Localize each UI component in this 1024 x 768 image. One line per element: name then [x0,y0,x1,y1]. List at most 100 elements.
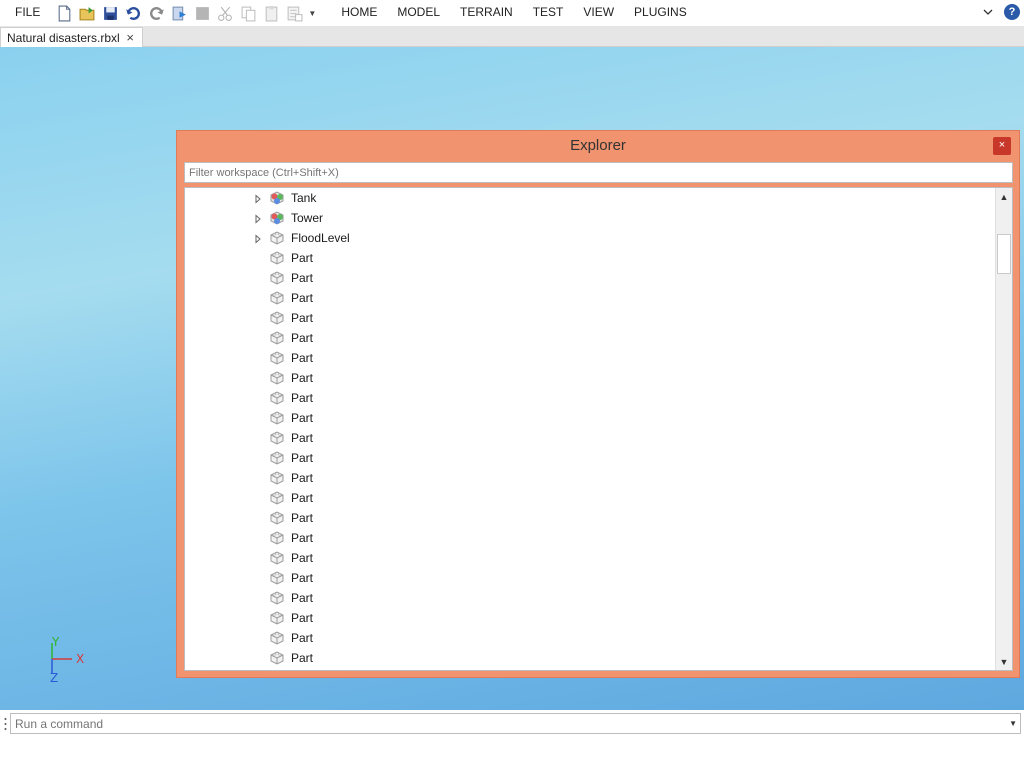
copy-icon[interactable] [238,3,258,23]
file-menu[interactable]: FILE [0,0,50,26]
tree-item[interactable]: Part [185,348,995,368]
tab-view[interactable]: VIEW [573,0,624,26]
tree-item-label: Tower [291,211,324,225]
explorer-title[interactable]: Explorer [177,131,1019,161]
tree-item-label: Part [291,631,314,645]
duplicate-icon[interactable] [284,3,304,23]
axis-gizmo: Y X Z [44,635,94,689]
cut-icon[interactable] [215,3,235,23]
tree-item-label: FloodLevel [291,231,350,245]
tree-item-label: Part [291,491,314,505]
paste-icon[interactable] [261,3,281,23]
expand-arrow-icon[interactable] [253,233,263,244]
tree-item-label: Part [291,471,314,485]
tab-plugins[interactable]: PLUGINS [624,0,697,26]
part-icon [269,630,285,646]
tree-item[interactable]: Part [185,528,995,548]
tree-item[interactable]: Part [185,468,995,488]
chevron-down-icon[interactable] [980,3,996,21]
tab-home[interactable]: HOME [331,0,387,26]
explorer-window: Explorer × Tank Tower FloodLevel Part Part Pa… [176,130,1020,678]
tree-item[interactable]: Part [185,668,995,671]
scroll-thumb[interactable] [997,234,1011,274]
customize-toolbar-icon[interactable]: ▼ [307,3,317,23]
tree-item[interactable]: Part [185,628,995,648]
tree-item[interactable]: Tank [185,188,995,208]
tab-test[interactable]: TEST [523,0,574,26]
tree-item[interactable]: Part [185,408,995,428]
save-icon[interactable] [100,3,120,23]
publish-icon[interactable] [169,3,189,23]
grip-icon[interactable] [4,717,7,731]
model-icon [269,210,285,226]
new-file-icon[interactable] [54,3,74,23]
tree-item-label: Part [291,571,314,585]
tree-item[interactable]: Part [185,488,995,508]
part-icon [269,390,285,406]
tree-item-label: Tank [291,191,317,205]
close-icon[interactable]: × [126,30,134,45]
tree-item[interactable]: Part [185,328,995,348]
tab-model[interactable]: MODEL [387,0,450,26]
tab-terrain[interactable]: TERRAIN [450,0,523,26]
part-icon [269,570,285,586]
close-icon[interactable]: × [993,137,1011,155]
part-icon [269,310,285,326]
tree-item-label: Part [291,391,314,405]
part-icon [269,490,285,506]
tree-item-label: Part [291,651,314,665]
ribbon-controls: ? [980,3,1020,21]
tree-item[interactable]: Part [185,448,995,468]
document-tab-title: Natural disasters.rbxl [7,30,120,45]
part-icon [269,590,285,606]
part-icon [269,550,285,566]
tree-item[interactable]: Part [185,608,995,628]
command-bar-area: ▼ [0,710,1024,768]
tree-item[interactable]: Part [185,368,995,388]
scroll-up-icon[interactable]: ▲ [996,188,1012,205]
part-icon [269,230,285,246]
part-icon [269,670,285,671]
redo-icon[interactable] [146,3,166,23]
part-icon [269,530,285,546]
tree-item[interactable]: Part [185,268,995,288]
tree-item[interactable]: Part [185,308,995,328]
ribbon-menubar: FILE ▼ HOME MODEL TERRAIN TEST VIEW PLUG… [0,0,1024,26]
part-icon [269,410,285,426]
tree-item[interactable]: Part [185,568,995,588]
tree-item[interactable]: Part [185,248,995,268]
expand-arrow-icon[interactable] [253,213,263,224]
tree-item-label: Part [291,331,314,345]
explorer-tree: Tank Tower FloodLevel Part Part Part Part Part P… [184,187,1013,671]
tree-item[interactable]: FloodLevel [185,228,995,248]
undo-icon[interactable] [123,3,143,23]
tree-item[interactable]: Part [185,288,995,308]
scroll-down-icon[interactable]: ▼ [996,653,1012,670]
stop-icon[interactable] [192,3,212,23]
filter-workspace-input[interactable] [184,162,1013,183]
document-tab-strip: Natural disasters.rbxl × [0,26,1024,47]
part-icon [269,430,285,446]
tree-item[interactable]: Part [185,428,995,448]
open-folder-icon[interactable] [77,3,97,23]
part-icon [269,470,285,486]
command-input[interactable] [10,713,1021,734]
vertical-scrollbar[interactable]: ▲ ▼ [995,188,1012,670]
tree-item[interactable]: Part [185,548,995,568]
part-icon [269,290,285,306]
ribbon-tabs: HOME MODEL TERRAIN TEST VIEW PLUGINS [331,0,696,26]
tree-item[interactable]: Part [185,508,995,528]
tree-item[interactable]: Tower [185,208,995,228]
tree-item-label: Part [291,551,314,565]
tree-item[interactable]: Part [185,388,995,408]
tree-item[interactable]: Part [185,588,995,608]
tree-item-label: Part [291,451,314,465]
chevron-down-icon[interactable]: ▼ [1009,719,1017,728]
axis-y-label: Y [52,635,60,649]
expand-arrow-icon[interactable] [253,193,263,204]
part-icon [269,330,285,346]
document-tab[interactable]: Natural disasters.rbxl × [0,27,143,47]
quick-access-toolbar: ▼ [54,3,317,23]
help-icon[interactable]: ? [1004,4,1020,20]
tree-item[interactable]: Part [185,648,995,668]
